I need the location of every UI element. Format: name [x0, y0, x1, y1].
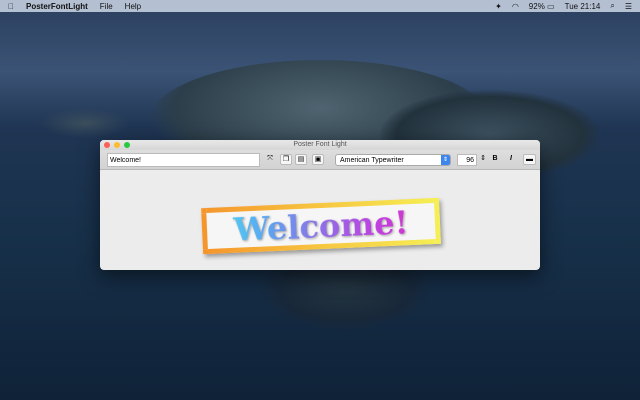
app-window: Poster Font Light ⤧ ❐ ▤ ▣ American Typew… [100, 140, 540, 270]
menu-help[interactable]: Help [125, 2, 141, 11]
toolbar: ⤧ ❐ ▤ ▣ American Typewriter ⇕ 96 ⇕ B I ▬ [100, 150, 540, 170]
battery-percent: 92% [528, 1, 545, 11]
poster-frame: Welcome! [201, 197, 441, 255]
menu-file[interactable]: File [100, 2, 113, 11]
document-icon[interactable]: ▤ [295, 154, 307, 165]
italic-button[interactable]: I [505, 154, 517, 165]
poster-text: Welcome! [206, 203, 435, 249]
poster-text-input[interactable] [107, 153, 260, 167]
zoom-button[interactable] [124, 142, 130, 148]
bold-button[interactable]: B [489, 154, 501, 165]
font-name: American Typewriter [340, 157, 404, 164]
chevron-updown-icon: ⇕ [441, 155, 450, 165]
apple-menu-icon[interactable]:  [8, 2, 14, 11]
font-select[interactable]: American Typewriter ⇕ [335, 154, 451, 166]
minimize-button[interactable] [114, 142, 120, 148]
size-stepper[interactable]: ⇕ [477, 154, 489, 165]
save-icon[interactable]: ▣ [312, 154, 324, 165]
spotlight-icon[interactable]: ⌕ [610, 1, 614, 11]
close-button[interactable] [104, 142, 110, 148]
poster-canvas: Welcome! [100, 170, 540, 270]
window-title: Poster Font Light [293, 141, 347, 148]
clock[interactable]: Tue 21:14 [565, 2, 601, 11]
battery-icon[interactable]: ▭ [547, 2, 555, 11]
wifi-icon[interactable]: ◠ [512, 2, 519, 11]
font-size-field[interactable]: 96 [457, 154, 477, 166]
menu-bar:  PosterFontLight File Help ✦ ◠ 92% ▭ Tu… [0, 0, 640, 12]
dropbox-icon[interactable]: ✦ [495, 2, 502, 11]
fit-icon[interactable]: ⤧ [264, 154, 276, 165]
menu-app[interactable]: PosterFontLight [26, 2, 88, 11]
notification-center-icon[interactable]: ☰ [625, 2, 632, 11]
title-bar: Poster Font Light [100, 140, 540, 150]
copy-icon[interactable]: ❐ [280, 154, 292, 165]
frame-style-icon[interactable]: ▬ [523, 154, 536, 165]
